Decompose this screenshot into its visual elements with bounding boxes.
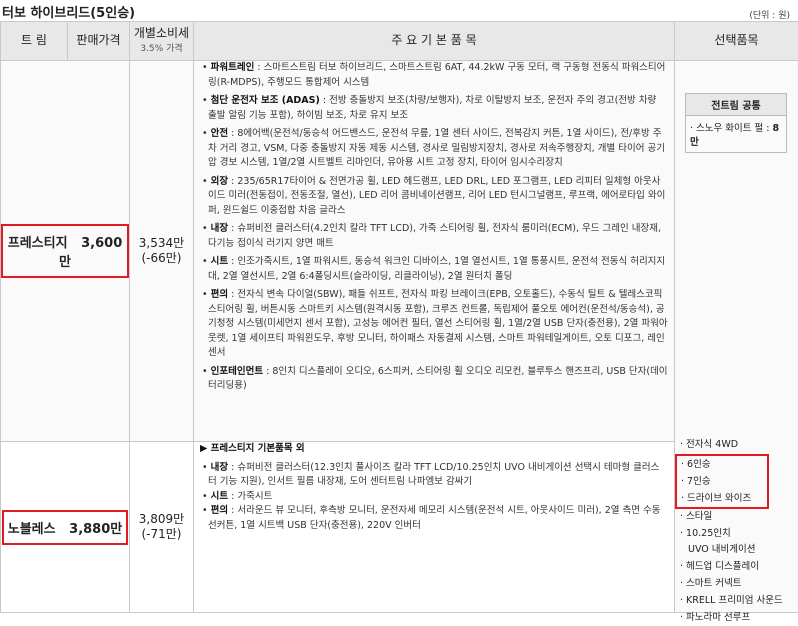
option-item: · 7인승 bbox=[681, 473, 763, 490]
option-item: UVO 내비게이션 bbox=[680, 542, 783, 559]
feature-line: • 편의 : 전자식 변속 다이얼(SBW), 패들 쉬프트, 전자식 파킹 브… bbox=[202, 288, 668, 361]
header-trim: 트 림 bbox=[1, 22, 68, 61]
trim-price-cell: 노블레스 3,880만 bbox=[1, 442, 130, 613]
feature-line: • 편의 : 서라운드 뷰 모니터, 후측방 모니터, 운전자세 메모리 시스템… bbox=[202, 504, 668, 533]
common-options-title: 전트림 공통 bbox=[686, 94, 786, 116]
indiv-price: 3,809만 bbox=[139, 512, 184, 526]
option-item: · 스타일 bbox=[680, 509, 783, 526]
trim-name: 노블레스 bbox=[8, 522, 56, 537]
price-table: 트 림 판매가격 개별소비세 3.5% 가격 주 요 기 본 품 목 선택품목 프… bbox=[0, 21, 798, 613]
common-option-item: · 스노우 화이트 펄 : 8만 bbox=[686, 116, 786, 152]
option-item: · 10.25인치 bbox=[680, 526, 783, 543]
feature-line: • 시트 : 가죽시트 bbox=[202, 490, 668, 505]
feature-line: • 인포테인먼트 : 8인치 디스플레이 오디오, 6스피커, 스티어링 휠 오… bbox=[202, 365, 668, 394]
option-item: · 전자식 4WD bbox=[680, 437, 783, 454]
option-item: · 6인승 bbox=[681, 456, 763, 473]
option-group-highlight: · 6인승 · 7인승 · 드라이브 와이즈 bbox=[680, 454, 783, 509]
header-options: 선택품목 bbox=[675, 22, 798, 61]
options-cell: 전트림 공통 · 스노우 화이트 펄 : 8만 · 전자식 4WD · 6인승 … bbox=[675, 61, 798, 613]
features-cell: ▶ 프레스티지 기본품목 외 • 내장 : 슈퍼비전 클러스터(12.3인치 풀… bbox=[194, 442, 675, 613]
indiv-tax-cell: 3,534만 (-66만) bbox=[130, 61, 194, 442]
option-item: · KRELL 프리미엄 사운드 bbox=[680, 593, 783, 610]
option-item: · 파노라마 선루프 bbox=[680, 610, 783, 626]
features-heading: ▶ 프레스티지 기본품목 외 bbox=[200, 442, 668, 457]
trim-price-cell: 프레스티지 3,600만 bbox=[1, 61, 130, 442]
header-indiv-label: 개별소비세 bbox=[134, 26, 189, 40]
features-cell: • 파워트레인 : 스마트스트림 터보 하이브리드, 스마트스트림 6AT, 4… bbox=[194, 61, 675, 442]
trim-price-highlight: 프레스티지 3,600만 bbox=[1, 224, 129, 278]
indiv-diff: (-71만) bbox=[141, 527, 181, 541]
indiv-price: 3,534만 bbox=[139, 236, 184, 250]
header-indiv: 개별소비세 3.5% 가격 bbox=[130, 22, 194, 61]
unit-note: (단위 : 원) bbox=[749, 8, 790, 21]
indiv-diff: (-66만) bbox=[141, 251, 181, 265]
feature-line: • 안전 : 8에어백(운전석/동승석 어드밴스드, 운전석 무릎, 1열 센터… bbox=[202, 127, 668, 171]
header-row: 트 림 판매가격 개별소비세 3.5% 가격 주 요 기 본 품 목 선택품목 bbox=[1, 22, 798, 61]
option-item: · 헤드업 디스플레이 bbox=[680, 559, 783, 576]
trim-price: 3,880만 bbox=[69, 522, 122, 537]
feature-line: • 외장 : 235/65R17타이어 & 전면가공 휠, LED 헤드램프, … bbox=[202, 175, 668, 219]
common-options-box: 전트림 공통 · 스노우 화이트 펄 : 8만 bbox=[685, 93, 787, 153]
header-features: 주 요 기 본 품 목 bbox=[194, 22, 675, 61]
trim-row-prestige: 프레스티지 3,600만 3,534만 (-66만) • 파워트레인 : 스마트… bbox=[1, 61, 798, 442]
feature-line: • 시트 : 인조가죽시트, 1열 파워시트, 동승석 워크인 디바이스, 1열… bbox=[202, 255, 668, 284]
options-list: · 전자식 4WD · 6인승 · 7인승 · 드라이브 와이즈 · 스타일 ·… bbox=[680, 437, 783, 626]
header-price: 판매가격 bbox=[68, 22, 130, 61]
feature-line: • 파워트레인 : 스마트스트림 터보 하이브리드, 스마트스트림 6AT, 4… bbox=[202, 61, 668, 90]
trim-price: 3,600만 bbox=[59, 236, 122, 270]
option-item: · 드라이브 와이즈 bbox=[681, 490, 763, 507]
trim-name: 프레스티지 bbox=[8, 236, 68, 251]
indiv-tax-cell: 3,809만 (-71만) bbox=[130, 442, 194, 613]
header-indiv-sub: 3.5% 가격 bbox=[140, 44, 182, 54]
page-title: 터보 하이브리드(5인승) bbox=[2, 2, 135, 21]
option-item: · 스마트 커넥트 bbox=[680, 576, 783, 593]
feature-line: • 내장 : 슈퍼비전 클러스터(4.2인치 칼라 TFT LCD), 가죽 스… bbox=[202, 222, 668, 251]
trim-price-highlight: 노블레스 3,880만 bbox=[2, 510, 129, 545]
feature-line: • 내장 : 슈퍼비전 클러스터(12.3인치 풀사이즈 칼라 TFT LCD/… bbox=[202, 461, 668, 490]
feature-line: • 첨단 운전자 보조 (ADAS) : 전방 충돌방지 보조(차량/보행자),… bbox=[202, 94, 668, 123]
